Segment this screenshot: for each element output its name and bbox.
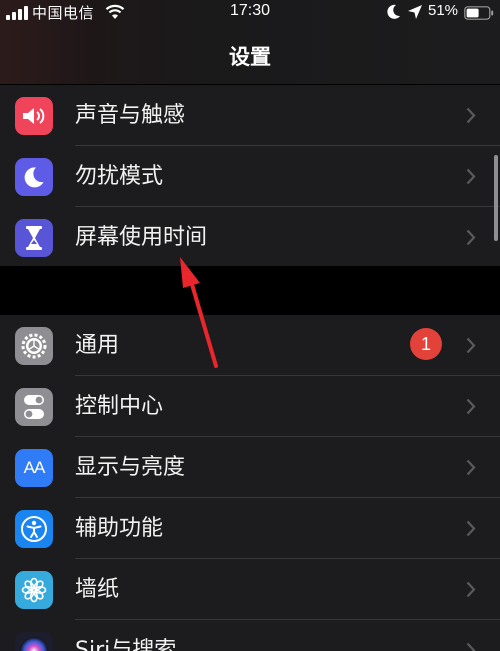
row-wallpaper[interactable]: 墙纸 [0, 559, 500, 620]
chevron-right-icon [466, 459, 476, 476]
chevron-right-icon [466, 168, 476, 185]
do-not-disturb-icon [387, 4, 400, 19]
chevron-right-icon [466, 107, 476, 124]
clock: 17:30 [229, 2, 271, 19]
speaker-icon [15, 97, 53, 135]
row-control-center[interactable]: 控制中心 [0, 376, 500, 437]
row-label: 勿扰模式 [75, 164, 164, 189]
notification-badge: 1 [410, 328, 442, 360]
chevron-right-icon [466, 581, 476, 598]
row-label: Siri与搜索 [75, 638, 177, 651]
toggles-icon [15, 388, 53, 426]
settings-screen: 中国电信 17:30 51% 设置 声音与触感 勿扰模式 屏幕使用时间 通用 控… [0, 0, 500, 651]
text-size-glyph: AA [23, 458, 46, 477]
gear-icon [15, 327, 53, 365]
row-siri-search[interactable]: Siri与搜索 [0, 620, 500, 651]
row-label: 墙纸 [75, 577, 120, 602]
scrollbar[interactable] [494, 155, 498, 241]
flower-icon [15, 571, 53, 609]
row-label: 辅助功能 [75, 516, 164, 541]
hourglass-icon [15, 219, 53, 257]
row-label: 屏幕使用时间 [75, 225, 208, 250]
status-bar: 中国电信 17:30 51% [0, 0, 500, 26]
moon-icon [15, 158, 53, 196]
row-label: 控制中心 [75, 394, 164, 419]
row-display-brightness[interactable]: AA 显示与亮度 [0, 437, 500, 498]
row-label: 通用 [75, 333, 120, 358]
accessibility-icon [15, 510, 53, 548]
siri-icon [15, 632, 53, 651]
row-screen-time[interactable]: 屏幕使用时间 [0, 207, 500, 268]
row-label: 显示与亮度 [75, 455, 186, 480]
settings-group-2: 通用 控制中心 AA 显示与亮度 辅助功能 墙纸 Siri与搜索 [0, 315, 500, 651]
chevron-right-icon [466, 337, 476, 354]
settings-group-1: 声音与触感 勿扰模式 屏幕使用时间 [0, 85, 500, 266]
battery-icon [464, 6, 494, 20]
text-size-icon: AA [15, 449, 53, 487]
row-sounds-haptics[interactable]: 声音与触感 [0, 85, 500, 146]
chevron-right-icon [466, 520, 476, 537]
location-icon [408, 5, 422, 19]
header-area: 中国电信 17:30 51% 设置 [0, 0, 500, 84]
row-do-not-disturb[interactable]: 勿扰模式 [0, 146, 500, 207]
chevron-right-icon [466, 229, 476, 246]
row-label: 声音与触感 [75, 103, 186, 128]
row-accessibility[interactable]: 辅助功能 [0, 498, 500, 559]
chevron-right-icon [466, 398, 476, 415]
battery-percentage: 51% [428, 2, 459, 19]
chevron-right-icon [466, 642, 476, 651]
page-title: 设置 [229, 45, 271, 69]
